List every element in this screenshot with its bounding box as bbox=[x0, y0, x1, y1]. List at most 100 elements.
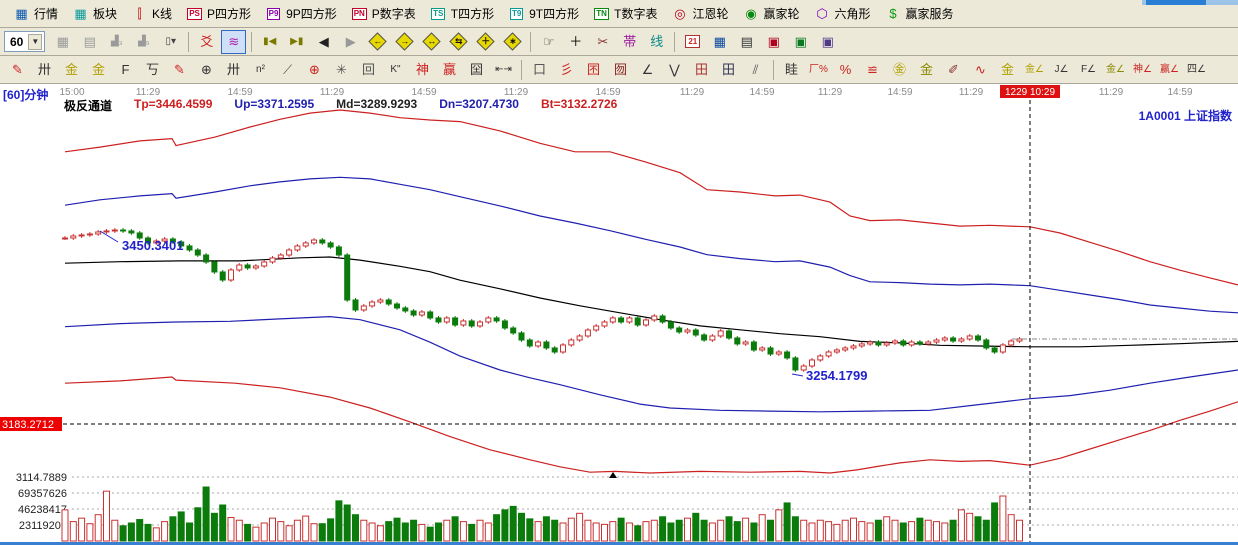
channel-view-icon[interactable]: ≋ bbox=[221, 30, 246, 54]
mini-chart3-icon[interactable]: ▟₃ bbox=[104, 30, 129, 54]
width-arrows-icon[interactable]: ⇤⇥ bbox=[491, 58, 516, 82]
grid-view-icon[interactable]: ▦ bbox=[50, 30, 75, 54]
f-grid-icon[interactable]: F bbox=[113, 58, 138, 82]
gold-angle-icon[interactable]: 金∠ bbox=[1022, 58, 1047, 82]
j-angle-icon[interactable]: J∠ bbox=[1049, 58, 1074, 82]
volume-bar bbox=[153, 528, 159, 541]
parallel-lines-icon[interactable]: ⫽ bbox=[743, 58, 768, 82]
grid-ruler-icon[interactable]: 卅 bbox=[32, 58, 57, 82]
grid-123-icon[interactable]: 囶 bbox=[464, 58, 489, 82]
menu-item-t-square[interactable]: TST四方形 bbox=[423, 3, 501, 24]
menu-item-9p-square[interactable]: P99P四方形 bbox=[258, 3, 344, 24]
percent-icon[interactable]: % bbox=[833, 58, 858, 82]
measure-icon[interactable]: ✂ bbox=[590, 30, 615, 54]
volume-bar bbox=[1008, 515, 1014, 541]
line-coil-icon[interactable]: 线 bbox=[644, 30, 669, 54]
chart-area[interactable]: 15:0011:2914:5911:2914:5911:2914:5911:29… bbox=[0, 84, 1238, 545]
k-mark-icon[interactable]: K" bbox=[383, 58, 408, 82]
check-line-icon[interactable]: ⋁ bbox=[662, 58, 687, 82]
grid-window2-icon[interactable]: 田 bbox=[716, 58, 741, 82]
gold-angle2-icon[interactable]: 金∠ bbox=[1103, 58, 1128, 82]
crosshair-icon[interactable]: ＋ bbox=[563, 30, 588, 54]
four-angle-icon[interactable]: 四∠ bbox=[1184, 58, 1209, 82]
gold-circle-icon[interactable]: ㊎ bbox=[887, 58, 912, 82]
candle-body bbox=[287, 250, 292, 255]
ying-angle-icon[interactable]: 赢∠ bbox=[1157, 58, 1182, 82]
gold-grid2-icon[interactable]: 金 bbox=[86, 58, 111, 82]
volume-bar bbox=[278, 522, 284, 541]
red-marker-icon[interactable]: ✎ bbox=[167, 58, 192, 82]
spiral-icon[interactable]: ✳ bbox=[329, 58, 354, 82]
candle-style-icon[interactable]: ▯▾ bbox=[158, 30, 183, 54]
red-fan-dark-icon[interactable]: 囫 bbox=[608, 58, 633, 82]
save-icon[interactable]: ▣ bbox=[761, 30, 786, 54]
menu-item-hexagon[interactable]: ⬡六角形 bbox=[807, 3, 878, 24]
chevron-down-icon[interactable]: ▼ bbox=[28, 34, 42, 50]
menu-item-t-number-table[interactable]: TNT数字表 bbox=[586, 3, 664, 24]
menu-item-quotes-table[interactable]: ▦行情 bbox=[6, 3, 65, 24]
expand-horizontal-icon[interactable]: ↔ bbox=[419, 30, 444, 54]
last-bar-icon[interactable]: ▶▮ bbox=[284, 30, 309, 54]
calendar-21-icon[interactable]: 21 bbox=[680, 30, 705, 54]
menu-item-gann-wheel[interactable]: ◎江恩轮 bbox=[664, 3, 735, 24]
grid-ruler2-icon[interactable]: 卅 bbox=[221, 58, 246, 82]
chart-canvas[interactable]: 15:0011:2914:5911:2914:5911:2914:5911:29… bbox=[0, 84, 1238, 545]
box-target-icon[interactable]: 回 bbox=[356, 58, 381, 82]
period-selector[interactable]: 60 ▼ bbox=[4, 31, 45, 52]
red-fan-icon[interactable]: 彡 bbox=[554, 58, 579, 82]
percent-band-icon[interactable]: 厂% bbox=[806, 58, 831, 82]
expand-all-icon[interactable]: ＋ bbox=[473, 30, 498, 54]
red-pen-icon[interactable]: ✎ bbox=[5, 58, 30, 82]
calculator-icon[interactable]: ▦ bbox=[707, 30, 732, 54]
box-line-icon[interactable]: 口 bbox=[527, 58, 552, 82]
volume-bar bbox=[768, 520, 774, 541]
pencil-angle-icon[interactable]: ∠ bbox=[635, 58, 660, 82]
menu-item-winner-wheel[interactable]: ◉赢家轮 bbox=[735, 3, 806, 24]
red-target-icon[interactable]: ⊕ bbox=[302, 58, 327, 82]
report-view-icon[interactable]: ▤ bbox=[77, 30, 102, 54]
candle-body bbox=[129, 231, 134, 233]
candle-body bbox=[893, 341, 898, 343]
wave-icon[interactable]: ∿ bbox=[968, 58, 993, 82]
gold-lines-icon[interactable]: 金 bbox=[914, 58, 939, 82]
menu-item-9t-square[interactable]: T99T四方形 bbox=[501, 3, 586, 24]
compress-horizontal-icon[interactable]: ⇆ bbox=[446, 30, 471, 54]
shen-angle-icon[interactable]: 神∠ bbox=[1130, 58, 1155, 82]
first-bar-icon[interactable]: ▮◀ bbox=[257, 30, 282, 54]
jifan-indicator-icon[interactable]: 爻 bbox=[194, 30, 219, 54]
pen-measure-icon[interactable]: ✐ bbox=[941, 58, 966, 82]
notepad-icon[interactable]: ▤ bbox=[734, 30, 759, 54]
prev-bar-icon[interactable]: ◀ bbox=[311, 30, 336, 54]
time-axis-label: 1229 10:29 bbox=[1005, 87, 1055, 98]
volume-bar bbox=[884, 517, 890, 541]
f-angle-icon[interactable]: F∠ bbox=[1076, 58, 1101, 82]
next-bar-icon[interactable]: ▶ bbox=[338, 30, 363, 54]
save-sync-icon[interactable]: ▣ bbox=[788, 30, 813, 54]
compass3-icon[interactable]: ⊕ bbox=[194, 58, 219, 82]
gold-grid-icon[interactable]: 金 bbox=[59, 58, 84, 82]
volume-bar bbox=[743, 518, 749, 541]
scale-chart-icon[interactable]: 眭 bbox=[779, 58, 804, 82]
save-export-icon[interactable]: ▣ bbox=[815, 30, 840, 54]
percent-lines-icon[interactable]: ≌ bbox=[860, 58, 885, 82]
menu-item-winner-service[interactable]: $赢家服务 bbox=[878, 3, 961, 24]
menu-item-p-square[interactable]: PSP四方形 bbox=[179, 3, 258, 24]
mini-chart9-icon[interactable]: ▟₉ bbox=[131, 30, 156, 54]
gold-line2-icon[interactable]: 金 bbox=[995, 58, 1020, 82]
menu-item-kline[interactable]: ⫿K线 bbox=[124, 3, 179, 24]
angle-cut-icon[interactable]: ⟋ bbox=[275, 58, 300, 82]
grid-window-icon[interactable]: 田 bbox=[689, 58, 714, 82]
ribbon-tool-icon[interactable]: 帯 bbox=[617, 30, 642, 54]
pan-left-icon[interactable]: ← bbox=[365, 30, 390, 54]
pan-right-icon[interactable]: → bbox=[392, 30, 417, 54]
shen-grid-icon[interactable]: 神 bbox=[410, 58, 435, 82]
volume-bar bbox=[394, 518, 400, 541]
ying-grid-icon[interactable]: 赢 bbox=[437, 58, 462, 82]
s-grid-icon[interactable]: 丂 bbox=[140, 58, 165, 82]
red-fan-box-icon[interactable]: 囨 bbox=[581, 58, 606, 82]
n2-grid-icon[interactable]: n² bbox=[248, 58, 273, 82]
menu-item-p-number-table[interactable]: PNP数字表 bbox=[344, 3, 423, 24]
hand-drag-icon[interactable]: ☞ bbox=[536, 30, 561, 54]
menu-item-sectors-blocks[interactable]: ▦板块 bbox=[65, 3, 124, 24]
compress-all-icon[interactable]: ∗ bbox=[500, 30, 525, 54]
